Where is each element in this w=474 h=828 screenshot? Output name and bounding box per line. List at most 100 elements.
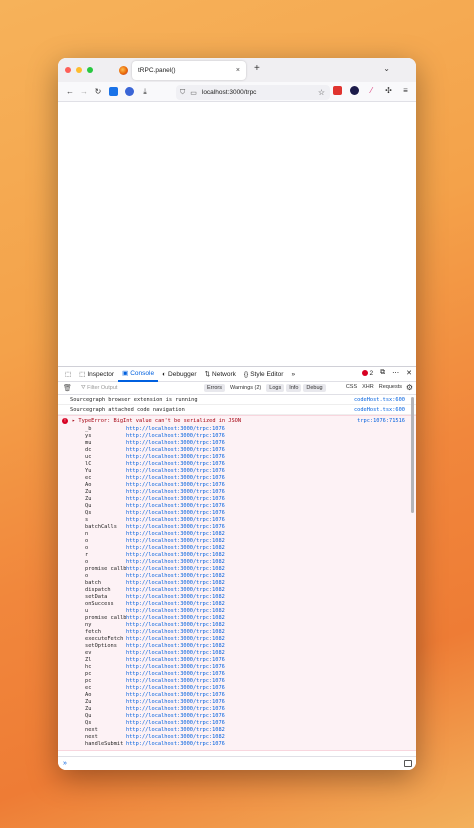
frame-location-link[interactable]: http://localhost:3000/trpc:1076 <box>126 454 225 461</box>
frame-location-link[interactable]: http://localhost:3000/trpc:1076 <box>126 671 225 678</box>
frame-location-link[interactable]: http://localhost:3000/trpc:1076 <box>126 482 225 489</box>
tab-close-icon[interactable]: × <box>236 67 240 74</box>
frame-location-link[interactable]: http://localhost:3000/trpc:1082 <box>126 545 225 552</box>
frame-location-link[interactable]: http://localhost:3000/trpc:1076 <box>126 685 225 692</box>
frame-location-link[interactable]: http://localhost:3000/trpc:1082 <box>126 538 225 545</box>
frame-location-link[interactable]: http://localhost:3000/trpc:1076 <box>126 664 225 671</box>
filter-errors-button[interactable]: Errors <box>204 384 225 392</box>
frame-location-link[interactable]: http://localhost:3000/trpc:1076 <box>126 699 225 706</box>
filter-xhr-button[interactable]: XHR <box>362 384 374 390</box>
filter-debug-button[interactable]: Debug <box>303 384 326 392</box>
console-output[interactable]: Sourcegraph browser extension is running… <box>58 395 416 756</box>
page-info-icon[interactable]: ▭ <box>190 89 197 97</box>
frame-location-link[interactable]: http://localhost:3000/trpc:1076 <box>126 706 225 713</box>
ublock-icon[interactable] <box>333 86 342 95</box>
frame-location-link[interactable]: http://localhost:3000/trpc:1076 <box>126 524 225 531</box>
frame-location-link[interactable]: http://localhost:3000/trpc:1082 <box>126 566 225 573</box>
extension-dark-icon[interactable] <box>350 86 359 95</box>
filter-info-button[interactable]: Info <box>286 384 302 392</box>
frame-location-link[interactable]: http://localhost:3000/trpc:1082 <box>126 594 225 601</box>
frame-location-link[interactable]: http://localhost:3000/trpc:1076 <box>126 475 225 482</box>
new-tab-button[interactable]: + <box>254 63 260 74</box>
frame-location-link[interactable]: http://localhost:3000/trpc:1076 <box>126 503 225 510</box>
browser-tab[interactable]: tRPC.panel() × <box>132 61 246 80</box>
shield-icon[interactable]: ⛉ <box>180 89 185 97</box>
tab-network[interactable]: ⇅ Network <box>201 367 240 382</box>
frame-location-link[interactable]: http://localhost:3000/trpc:1076 <box>126 440 225 447</box>
frame-location-link[interactable]: http://localhost:3000/trpc:1076 <box>126 741 225 748</box>
element-picker-icon[interactable]: ⬚ <box>61 367 75 382</box>
tab-style-editor[interactable]: {} Style Editor <box>240 367 288 382</box>
frame-location-link[interactable]: http://localhost:3000/trpc:1082 <box>126 601 225 608</box>
frame-location-link[interactable]: http://localhost:3000/trpc:1076 <box>126 678 225 685</box>
extension-slash-icon[interactable]: ⁄ <box>367 86 376 95</box>
frame-location-link[interactable]: http://localhost:3000/trpc:1076 <box>126 510 225 517</box>
page-viewport[interactable] <box>58 102 416 366</box>
tab-console[interactable]: ▣ Console <box>118 367 159 382</box>
zoom-window-button[interactable] <box>87 67 93 73</box>
tab-debugger[interactable]: ◐ Debugger <box>158 367 201 382</box>
extension-icon[interactable] <box>109 87 118 96</box>
frame-location-link[interactable]: http://localhost:3000/trpc:1076 <box>126 496 225 503</box>
frame-location-link[interactable]: http://localhost:3000/trpc:1082 <box>126 559 225 566</box>
minimize-window-button[interactable] <box>76 67 82 73</box>
url-text[interactable]: localhost:3000/trpc <box>202 89 257 96</box>
frame-location-link[interactable]: http://localhost:3000/trpc:1076 <box>126 433 225 440</box>
editor-mode-icon[interactable] <box>404 760 412 767</box>
frame-location-link[interactable]: http://localhost:3000/trpc:1076 <box>126 720 225 727</box>
frame-location-link[interactable]: http://localhost:3000/trpc:1076 <box>126 426 225 433</box>
close-window-button[interactable] <box>65 67 71 73</box>
firefox-view-icon[interactable] <box>119 65 128 75</box>
downloads-icon[interactable]: ⤓ <box>138 87 152 97</box>
filter-warnings-button[interactable]: Warnings (2) <box>227 384 264 392</box>
frame-location-link[interactable]: http://localhost:3000/trpc:1076 <box>126 657 225 664</box>
frame-location-link[interactable]: http://localhost:3000/trpc:1082 <box>126 587 225 594</box>
filter-output-input[interactable]: ⛛ Filter Output <box>81 385 191 392</box>
frame-location-link[interactable]: http://localhost:3000/trpc:1076 <box>126 468 225 475</box>
frame-location-link[interactable]: http://localhost:3000/trpc:1082 <box>126 629 225 636</box>
frame-location-link[interactable]: http://localhost:3000/trpc:1082 <box>126 615 225 622</box>
back-icon[interactable]: ← <box>63 87 77 96</box>
filter-requests-button[interactable]: Requests <box>379 384 402 390</box>
console-input[interactable]: » <box>58 756 416 770</box>
bookmark-star-icon[interactable]: ☆ <box>318 88 325 97</box>
clear-console-icon[interactable]: 🗑 <box>63 384 77 392</box>
tabs-overflow-icon[interactable]: » <box>287 367 299 382</box>
message-source-link[interactable]: codeHost.tsx:600 <box>354 397 405 403</box>
frame-location-link[interactable]: http://localhost:3000/trpc:1082 <box>126 622 225 629</box>
list-all-tabs-icon[interactable]: ⌄ <box>383 64 390 73</box>
filter-css-button[interactable]: CSS <box>346 384 357 390</box>
frame-location-link[interactable]: http://localhost:3000/trpc:1082 <box>126 650 225 657</box>
error-count-badge[interactable]: 2 <box>361 370 373 377</box>
frame-location-link[interactable]: http://localhost:3000/trpc:1076 <box>126 489 225 496</box>
console-scrollbar[interactable] <box>411 397 414 513</box>
frame-location-link[interactable]: http://localhost:3000/trpc:1082 <box>126 552 225 559</box>
frame-location-link[interactable]: http://localhost:3000/trpc:1082 <box>126 636 225 643</box>
close-devtools-icon[interactable]: ✕ <box>406 369 412 377</box>
dock-icon[interactable]: ⧉ <box>380 369 385 377</box>
tab-inspector[interactable]: ⬚ Inspector <box>75 367 118 382</box>
filter-logs-button[interactable]: Logs <box>266 384 285 392</box>
forward-icon[interactable]: → <box>77 87 91 96</box>
reload-icon[interactable]: ↻ <box>91 87 105 96</box>
url-bar[interactable]: ⛉ ▭ localhost:3000/trpc ☆ <box>176 85 330 100</box>
more-options-icon[interactable]: ⋯ <box>392 369 399 377</box>
extensions-puzzle-icon[interactable]: ✣ <box>384 86 393 95</box>
extension-v-icon[interactable] <box>125 87 134 96</box>
frame-location-link[interactable]: http://localhost:3000/trpc:1076 <box>126 447 225 454</box>
frame-location-link[interactable]: http://localhost:3000/trpc:1076 <box>126 692 225 699</box>
frame-location-link[interactable]: http://localhost:3000/trpc:1082 <box>126 727 225 734</box>
console-settings-gear-icon[interactable]: ⚙ <box>406 383 413 392</box>
frame-location-link[interactable]: http://localhost:3000/trpc:1082 <box>126 580 225 587</box>
menu-icon[interactable]: ≡ <box>401 86 410 95</box>
frame-location-link[interactable]: http://localhost:3000/trpc:1082 <box>126 531 225 538</box>
frame-location-link[interactable]: http://localhost:3000/trpc:1082 <box>126 573 225 580</box>
message-source-link[interactable]: codeHost.tsx:600 <box>354 407 405 413</box>
frame-location-link[interactable]: http://localhost:3000/trpc:1082 <box>126 643 225 650</box>
error-source-link[interactable]: trpc:1076:71516 <box>357 418 405 424</box>
frame-location-link[interactable]: http://localhost:3000/trpc:1076 <box>126 713 225 720</box>
error-header[interactable]: ! ▸ TypeError: BigInt value can't be ser… <box>58 416 416 426</box>
frame-location-link[interactable]: http://localhost:3000/trpc:1082 <box>126 608 225 615</box>
frame-location-link[interactable]: http://localhost:3000/trpc:1076 <box>126 517 225 524</box>
frame-location-link[interactable]: http://localhost:3000/trpc:1076 <box>126 461 225 468</box>
